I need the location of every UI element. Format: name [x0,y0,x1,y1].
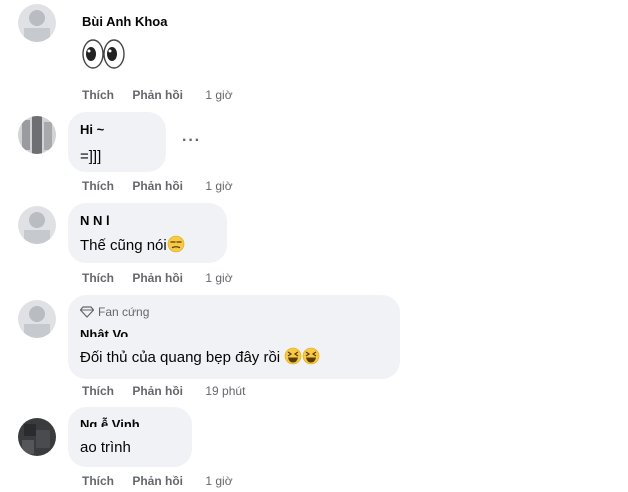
comment-bubble: Ng ễ Vinh ao trình [68,407,192,467]
timestamp[interactable]: 1 giờ [205,474,232,488]
comment-actions: Thích Phản hồi 1 giờ [82,271,248,285]
comment-text: Thế cũng nói [80,235,185,257]
comment-bubble: Fan cứng Nhật Vo Đối thủ của quang bẹp đ… [68,295,400,379]
like-button[interactable]: Thích [82,271,114,285]
commenter-name[interactable]: Hi ~ [80,122,104,137]
timestamp[interactable]: 1 giờ [205,88,232,102]
unamused-emoji [167,235,185,257]
reply-button[interactable]: Phản hồi [132,88,183,102]
comment-actions: Thích Phản hồi 1 giờ [82,179,248,193]
more-options-icon[interactable]: ··· [182,132,201,150]
comment-actions: Thích Phản hồi 19 phút [82,384,260,398]
comment-text: ao trình [80,439,131,456]
timestamp[interactable]: 1 giờ [205,179,232,193]
like-button[interactable]: Thích [82,384,114,398]
timestamp[interactable]: 1 giờ [205,271,232,285]
diamond-icon [80,306,94,318]
reply-button[interactable]: Phản hồi [132,384,183,398]
commenter-name[interactable]: Nhật Vo [80,327,128,337]
comment-actions: Thích Phản hồi 1 giờ [82,88,248,102]
reply-button[interactable]: Phản hồi [132,474,183,488]
avatar[interactable] [18,206,56,244]
commenter-name[interactable]: Ng ễ Vinh [80,417,140,427]
laughing-emoji [284,347,302,369]
eyes-emoji [82,38,126,75]
avatar[interactable] [18,418,56,456]
laughing-emoji [302,347,320,369]
like-button[interactable]: Thích [82,474,114,488]
like-button[interactable]: Thích [82,179,114,193]
avatar[interactable] [18,300,56,338]
comment-actions: Thích Phản hồi 1 giờ [82,474,248,488]
avatar[interactable] [18,4,56,42]
reply-button[interactable]: Phản hồi [132,271,183,285]
commenter-name[interactable]: N N l [80,213,110,228]
comment-text: Đối thủ của quang bẹp đây rồi [80,347,320,369]
avatar[interactable] [18,116,56,154]
comment-text: =]]] [80,148,102,165]
like-button[interactable]: Thích [82,88,114,102]
reply-button[interactable]: Phản hồi [132,179,183,193]
fan-badge-label: Fan cứng [98,305,150,319]
comment-bubble: N N l Thế cũng nói [68,203,227,263]
comment-text-content: Thế cũng nói [80,236,167,254]
timestamp[interactable]: 19 phút [205,384,245,398]
commenter-name[interactable]: Bùi Anh Khoa [82,14,167,29]
comment-bubble: Hi ~ =]]] [68,112,166,172]
comment-text-content: Đối thủ của quang bẹp đây rồi [80,348,281,366]
fan-badge: Fan cứng [80,305,149,319]
